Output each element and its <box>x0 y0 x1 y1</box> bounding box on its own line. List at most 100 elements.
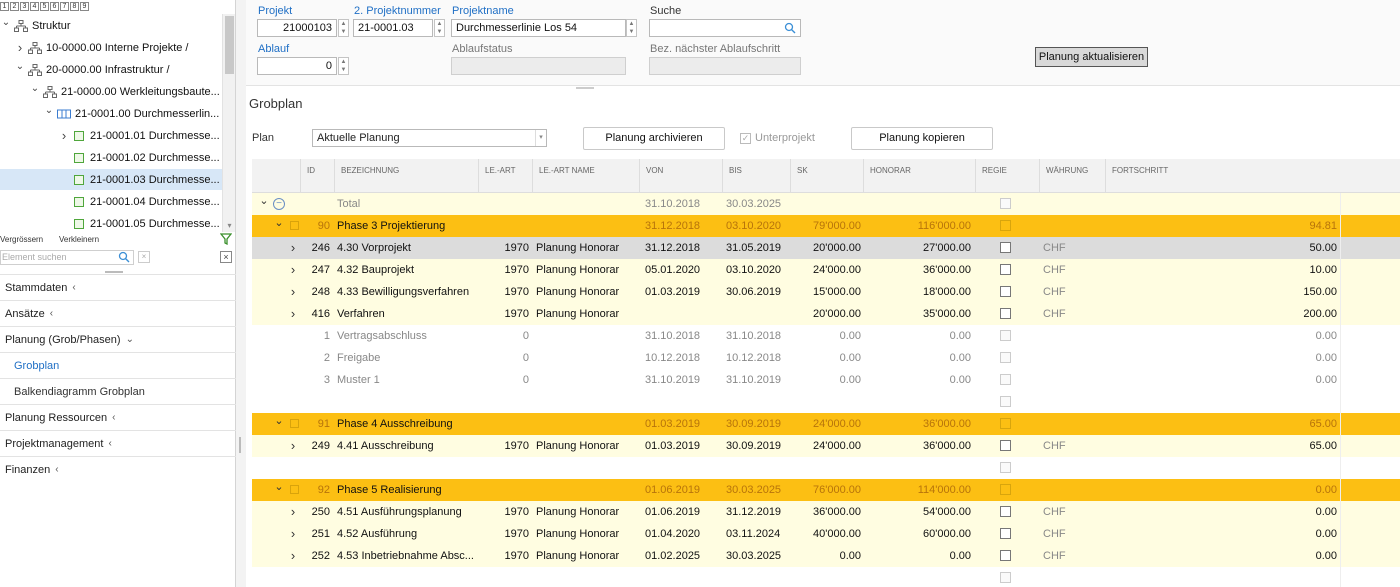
nav-item-projektmanagement[interactable]: Projektmanagement ‹ <box>0 430 236 456</box>
planung-archivieren-button[interactable]: Planung archivieren <box>583 127 725 150</box>
tree-level-button[interactable]: 1 <box>0 2 9 11</box>
tree-node[interactable]: ⌄ 20-0000.00 Infrastruktur / <box>0 59 222 80</box>
projektname-spinner[interactable]: ▲ ▼ <box>626 19 637 37</box>
regie-checkbox[interactable] <box>1000 550 1011 561</box>
column-header[interactable]: Regie <box>975 159 1039 193</box>
tree-node[interactable]: › 21-0001.01 Durchmesse... <box>0 125 222 146</box>
chevron-right-icon[interactable]: › <box>287 259 299 281</box>
nav-item-finanzen[interactable]: Finanzen ‹ <box>0 456 236 482</box>
scroll-down-icon[interactable]: ▾ <box>225 221 234 230</box>
tree-node[interactable]: ⌄ Struktur <box>0 15 222 36</box>
regie-checkbox[interactable] <box>1000 440 1011 451</box>
phase-row[interactable]: ⌄ 91 Phase 4 Ausschreibung 01.03.2019 30.09.… <box>252 413 1400 435</box>
chevron-down-icon[interactable]: ⌄ <box>273 413 285 430</box>
nav-item-grobplan[interactable]: Grobplan <box>0 352 236 378</box>
column-header[interactable]: Bis <box>722 159 790 193</box>
column-header[interactable]: Fortschritt <box>1105 159 1340 193</box>
tree-level-button[interactable]: 5 <box>40 2 49 11</box>
tree-level-button[interactable]: 3 <box>20 2 29 11</box>
planung-aktualisieren-button[interactable]: Planung aktualisieren <box>1035 47 1148 67</box>
tree-level-button[interactable]: 7 <box>60 2 69 11</box>
table-row[interactable]: 3 Muster 1 0 31.10.2019 31.10.2019 0.00 0.00 0.… <box>252 369 1400 391</box>
tree-node[interactable]: 21-0001.03 Durchmesse... <box>0 169 222 190</box>
table-row[interactable]: › 252 4.53 Inbetriebnahme Absc... 1970 Planu… <box>252 545 1400 567</box>
table-row[interactable]: › 249 4.41 Ausschreibung 1970 Planung Honora… <box>252 435 1400 457</box>
panel-resize-grip[interactable] <box>105 271 123 273</box>
tree-node[interactable]: 21-0001.04 Durchmesse... <box>0 191 222 212</box>
nav-item-balkendiagramm-grobplan[interactable]: Balkendiagramm Grobplan <box>0 378 236 404</box>
regie-checkbox[interactable] <box>1000 506 1011 517</box>
column-header[interactable]: Honorar <box>863 159 975 193</box>
tree-level-button[interactable]: 8 <box>70 2 79 11</box>
projekt-field[interactable]: 21000103 <box>257 19 337 37</box>
close-icon[interactable]: × <box>220 251 232 263</box>
chevron-right-icon[interactable]: › <box>287 435 299 457</box>
tree-node[interactable]: ⌄ 21-0000.00 Werkleitungsbaute... <box>0 81 222 102</box>
projektname-field[interactable]: Durchmesserlinie Los 54 <box>451 19 626 37</box>
tree-level-button[interactable]: 9 <box>80 2 89 11</box>
regie-checkbox[interactable] <box>1000 308 1011 319</box>
table-row[interactable]: › 247 4.32 Bauprojekt 1970 Planung Honorar 05… <box>252 259 1400 281</box>
table-row[interactable]: › 250 4.51 Ausführungsplanung 1970 Planung H… <box>252 501 1400 523</box>
unterprojekt-checkbox[interactable]: ✓ <box>740 132 751 144</box>
table-row[interactable]: › 246 4.30 Vorprojekt 1970 Planung Honorar 31… <box>252 237 1400 259</box>
nav-item-ans-tze[interactable]: Ansätze ‹ <box>0 300 236 326</box>
regie-checkbox[interactable] <box>1000 220 1011 231</box>
chevron-right-icon[interactable]: › <box>287 523 299 545</box>
chevron-right-icon[interactable]: › <box>287 281 299 303</box>
tree-node[interactable]: › 10-0000.00 Interne Projekte / <box>0 37 222 58</box>
tree-node[interactable]: ⌄ 21-0001.00 Durchmesserlin... <box>0 103 222 124</box>
regie-checkbox[interactable] <box>1000 286 1011 297</box>
table-row[interactable] <box>252 567 1400 587</box>
search-icon[interactable] <box>118 251 130 263</box>
chevron-down-icon[interactable]: ⌄ <box>258 193 270 210</box>
chevron-down-icon[interactable]: ⌄ <box>0 17 12 28</box>
column-header[interactable]: LE.-Art <box>478 159 532 193</box>
collapse-all-icon[interactable]: − <box>273 198 285 210</box>
nav-item-planung-grob-phasen[interactable]: Planung (Grob/Phasen) ⌄ <box>0 326 236 352</box>
column-header[interactable]: Von <box>639 159 722 193</box>
element-search-input[interactable]: Element suchen <box>0 250 134 265</box>
chevron-down-icon[interactable]: ⌄ <box>273 479 285 496</box>
ablauf-field[interactable]: 0 <box>257 57 337 75</box>
phase-row[interactable]: ⌄ 92 Phase 5 Realisierung 01.06.2019 30.03.2… <box>252 479 1400 501</box>
zoom-in-link[interactable]: Vergrössern <box>0 235 43 244</box>
chevron-down-icon[interactable]: ▾ <box>535 130 546 146</box>
table-row[interactable] <box>252 391 1400 413</box>
regie-checkbox[interactable] <box>1000 352 1011 363</box>
chevron-down-icon[interactable]: ⌄ <box>273 215 285 232</box>
table-row[interactable]: › 416 Verfahren 1970 Planung Honorar 20'000.0… <box>252 303 1400 325</box>
chevron-right-icon[interactable]: › <box>287 501 299 523</box>
total-row[interactable]: ⌄ − Total 31.10.2018 30.03.2025 <box>252 193 1400 215</box>
zoom-out-link[interactable]: Verkleinern <box>59 235 99 244</box>
projekt-spinner[interactable]: ▲ ▼ <box>338 19 349 37</box>
filter-icon[interactable] <box>219 233 233 246</box>
regie-checkbox[interactable] <box>1000 264 1011 275</box>
tree-node[interactable]: 21-0001.02 Durchmesse... <box>0 147 222 168</box>
ablauf-spinner[interactable]: ▲ ▼ <box>338 57 349 75</box>
regie-checkbox[interactable] <box>1000 374 1011 385</box>
chevron-right-icon[interactable]: › <box>58 128 70 143</box>
projektnummer-field[interactable]: 21-0001.03 <box>353 19 433 37</box>
column-header[interactable]: Bezeichnung <box>334 159 478 193</box>
plan-select[interactable]: Aktuelle Planung ▾ <box>312 129 547 147</box>
regie-checkbox[interactable] <box>1000 528 1011 539</box>
nav-item-planung-ressourcen[interactable]: Planung Ressourcen ‹ <box>0 404 236 430</box>
regie-checkbox[interactable] <box>1000 484 1011 495</box>
panel-splitter[interactable] <box>236 0 246 587</box>
table-row[interactable]: 1 Vertragsabschluss 0 31.10.2018 31.10.2018 0… <box>252 325 1400 347</box>
tree-level-button[interactable]: 4 <box>30 2 39 11</box>
regie-checkbox[interactable] <box>1000 462 1011 473</box>
table-row[interactable]: 2 Freigabe 0 10.12.2018 10.12.2018 0.00 0.00 0.… <box>252 347 1400 369</box>
chevron-right-icon[interactable]: › <box>287 303 299 325</box>
column-header[interactable]: SK <box>790 159 863 193</box>
table-row[interactable]: › 248 4.33 Bewilligungsverfahren 1970 Planun… <box>252 281 1400 303</box>
projektnummer-spinner[interactable]: ▲ ▼ <box>434 19 445 37</box>
column-header[interactable]: ID <box>300 159 334 193</box>
table-row[interactable] <box>252 457 1400 479</box>
header-resize-grip[interactable] <box>576 87 594 89</box>
tree-level-button[interactable]: 6 <box>50 2 59 11</box>
phase-row[interactable]: ⌄ 90 Phase 3 Projektierung 31.12.2018 03.10.… <box>252 215 1400 237</box>
column-header[interactable]: Währung <box>1039 159 1105 193</box>
regie-checkbox[interactable] <box>1000 418 1011 429</box>
